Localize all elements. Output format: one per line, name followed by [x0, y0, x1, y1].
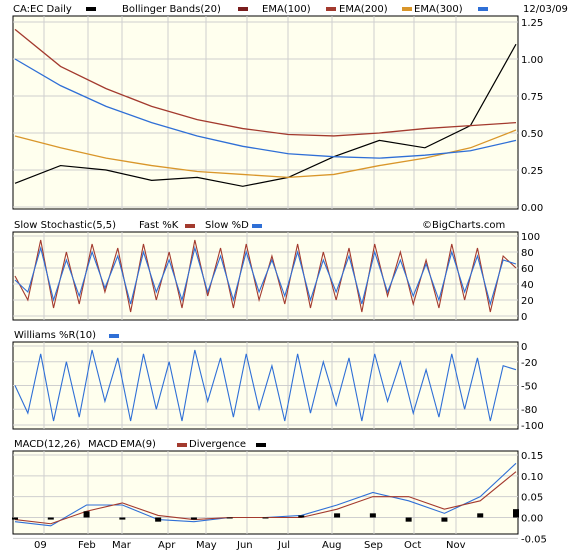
macd-label: MACD — [88, 439, 118, 450]
y-tick-label: 80 — [521, 248, 534, 259]
divergence-swatch — [256, 443, 266, 447]
y-tick-label: 1.00 — [521, 55, 543, 66]
x-tick-label: Sep — [364, 540, 383, 551]
divergence-bar — [119, 517, 126, 520]
stochastic-fastk-label: Fast %K — [139, 220, 179, 231]
y-tick-label: -80 — [521, 405, 537, 416]
y-tick-label: 0.10 — [521, 472, 543, 483]
ema200-swatch — [402, 7, 412, 11]
y-tick-label: 0.15 — [521, 451, 543, 462]
divergence-label: Divergence — [189, 439, 246, 450]
divergence-bar — [298, 515, 305, 518]
divergence-bar — [47, 517, 54, 520]
bollinger-swatch — [238, 7, 248, 11]
y-tick-label: -50 — [521, 382, 537, 393]
fastk-swatch — [185, 224, 195, 228]
divergence-bar — [190, 517, 197, 520]
y-tick-label: 40 — [521, 280, 534, 291]
legend-ema300: EMA(300) — [414, 4, 463, 15]
williams-title: Williams %R(10) — [14, 330, 96, 341]
stochastic-slowd-label: Slow %D — [205, 220, 249, 231]
y-tick-label: 0.75 — [521, 92, 543, 103]
divergence-bar — [12, 517, 18, 520]
slowd-swatch — [252, 224, 262, 228]
divergence-bar — [334, 513, 341, 518]
stochastic-title: Slow Stochastic(5,5) — [14, 220, 116, 231]
divergence-bar — [155, 517, 162, 522]
y-tick-label: 1.25 — [521, 18, 543, 29]
x-tick-label: Jul — [277, 540, 290, 551]
ema300-swatch — [478, 7, 488, 11]
y-tick-label: 0 — [521, 342, 527, 353]
y-tick-label: 60 — [521, 264, 534, 275]
divergence-bar — [369, 513, 376, 518]
divergence-bar — [441, 517, 448, 522]
divergence-bar — [226, 517, 233, 519]
divergence-bar — [477, 513, 484, 518]
x-tick-label: Aug — [322, 540, 342, 551]
divergence-bar — [405, 517, 412, 522]
x-tick-label: May — [196, 540, 217, 551]
stock-chart: CA:EC Daily Bollinger Bands(20) EMA(100)… — [0, 0, 579, 551]
macd-ema-swatch — [177, 443, 187, 447]
ema100-swatch — [326, 7, 336, 11]
x-tick-label: Nov — [446, 540, 466, 551]
macd-ema-label: EMA(9) — [120, 439, 156, 450]
date-label: 12/03/09 — [523, 4, 568, 15]
y-tick-label: 0.00 — [521, 203, 543, 214]
legend-bollinger: Bollinger Bands(20) — [122, 4, 221, 15]
y-tick-label: 0.00 — [521, 514, 543, 525]
divergence-bar — [83, 511, 90, 518]
x-tick-label: Mar — [112, 540, 132, 551]
y-tick-label: 100 — [521, 232, 540, 243]
x-tick-label: Jun — [236, 540, 253, 551]
x-tick-label: Oct — [404, 540, 421, 551]
y-tick-label: -0.05 — [521, 534, 547, 545]
legend-ema200: EMA(200) — [339, 4, 388, 15]
y-tick-label: 0.25 — [521, 166, 543, 177]
watermark: ©BigCharts.com — [422, 220, 505, 231]
symbol-legend-swatch — [86, 7, 96, 11]
x-tick-label: Apr — [158, 540, 176, 551]
williams-swatch — [109, 334, 119, 338]
x-tick-label: 09 — [34, 540, 47, 551]
symbol-label: CA:EC Daily — [13, 4, 72, 15]
divergence-bar — [513, 509, 519, 518]
y-tick-label: -20 — [521, 358, 537, 369]
y-tick-label: 0 — [521, 312, 527, 323]
y-tick-label: -100 — [521, 421, 544, 432]
y-tick-label: 20 — [521, 296, 534, 307]
price-panel — [12, 15, 519, 210]
macd-title: MACD(12,26) — [14, 439, 81, 450]
y-tick-label: 0.05 — [521, 493, 543, 504]
legend-ema100: EMA(100) — [262, 4, 311, 15]
x-tick-label: Feb — [78, 540, 96, 551]
divergence-bar — [262, 517, 269, 519]
y-tick-label: 0.50 — [521, 129, 543, 140]
